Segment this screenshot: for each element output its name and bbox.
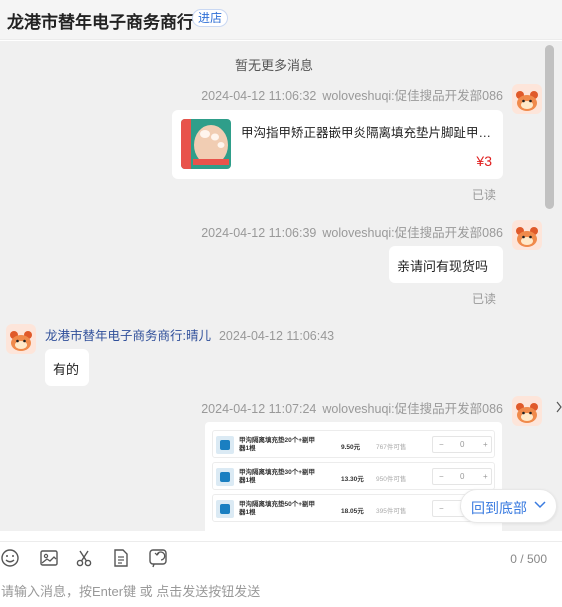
document-icon[interactable]: [111, 548, 131, 568]
message-sender: woloveshuqi:促佳搜品开发部086: [322, 89, 503, 103]
scrollbar[interactable]: [545, 43, 555, 531]
quantity-stepper[interactable]: − 0 +: [432, 436, 492, 453]
avatar[interactable]: [6, 324, 36, 354]
avatar-icon: [6, 324, 36, 354]
scissors-icon[interactable]: [74, 548, 94, 568]
sku-stock: 395件可售: [376, 508, 407, 515]
sku-card[interactable]: 甲沟隔离填充垫20个+剔甲器1根 9.50元 767件可售 − 0 + 甲沟隔离…: [205, 422, 502, 531]
sku-row[interactable]: 甲沟隔离填充垫20个+剔甲器1根 9.50元 767件可售 − 0 +: [212, 430, 495, 458]
message-bubble: 有的: [45, 349, 89, 386]
sku-name: 甲沟隔离填充垫50个+剔甲器1根: [239, 501, 316, 516]
avatar[interactable]: [512, 220, 542, 250]
quantity-value: 0: [460, 440, 465, 449]
product-card[interactable]: 甲沟指甲矫正器嵌甲炎隔离填充垫片脚趾甲往... ¥3: [172, 110, 503, 179]
sku-image: [216, 436, 234, 454]
emoji-icon[interactable]: [0, 548, 20, 568]
avatar-icon: [512, 220, 542, 250]
chat-history[interactable]: 暂无更多消息 2024-04-12 11:06:32 woloveshuqi:促佳…: [0, 41, 562, 531]
quantity-value: 0: [460, 472, 465, 481]
shop-name: 龙港市替年电子商务商行: [7, 13, 194, 32]
sku-name: 甲沟隔离填充垫20个+剔甲器1根: [239, 437, 316, 452]
image-icon[interactable]: [39, 548, 59, 568]
avatar-icon: [512, 396, 542, 426]
product-image: [181, 119, 231, 169]
sku-price: 13.30元: [341, 476, 364, 483]
sku-image: [216, 468, 234, 486]
message-sender: woloveshuqi:促佳搜品开发部086: [322, 226, 503, 240]
quantity-stepper[interactable]: − 0 +: [432, 468, 492, 485]
message-input-area: [0, 575, 562, 607]
minus-icon[interactable]: −: [439, 504, 444, 513]
no-more-messages: 暂无更多消息: [234, 58, 313, 73]
message-meta: 2024-04-12 11:07:24 woloveshuqi:促佳搜品开发部08…: [201, 398, 503, 417]
product-price: ¥3: [476, 153, 492, 169]
avatar[interactable]: [512, 84, 542, 114]
message-meta: 2024-04-12 11:06:39 woloveshuqi:促佳搜品开发部08…: [201, 222, 503, 241]
character-counter: 0 / 500: [510, 552, 547, 566]
sku-stock: 767件可售: [376, 444, 407, 451]
message-input[interactable]: [0, 575, 562, 607]
message-time: 2024-04-12 11:06:43: [218, 329, 335, 343]
sku-price: 9.50元: [341, 444, 361, 451]
avatar[interactable]: [512, 396, 542, 426]
message-meta: 龙港市替年电子商务商行:晴儿 2024-04-12 11:06:43: [45, 325, 334, 344]
read-status: 已读: [472, 188, 497, 202]
message-time: 2024-04-12 11:06:32: [201, 89, 317, 103]
scroll-to-bottom-label: 回到底部: [471, 500, 527, 516]
message-sender: woloveshuqi:促佳搜品开发部086: [322, 402, 503, 416]
message-bubble: 亲请问有现货吗: [389, 246, 503, 283]
sku-row[interactable]: 甲沟隔离填充垫50个+剔甲器1根 18.05元 395件可售 − 0 +: [212, 494, 495, 522]
sku-row[interactable]: 甲沟隔离填充垫30个+剔甲器1根 13.30元 950件可售 − 0 +: [212, 462, 495, 490]
input-toolbar: 0 / 500: [0, 541, 562, 571]
avatar-icon: [512, 84, 542, 114]
message-meta: 2024-04-12 11:06:32 woloveshuqi:促佳搜品开发部08…: [201, 85, 503, 104]
message-time: 2024-04-12 11:06:39: [201, 226, 317, 240]
sku-name: 甲沟隔离填充垫30个+剔甲器1根: [239, 469, 316, 484]
sku-price: 18.05元: [341, 508, 364, 515]
sku-stock: 950件可售: [376, 476, 407, 483]
recall-icon[interactable]: [148, 548, 168, 568]
chat-header: 龙港市替年电子商务商行 进店: [0, 0, 562, 40]
sku-image: [216, 500, 234, 518]
product-title: 甲沟指甲矫正器嵌甲炎隔离填充垫片脚趾甲往...: [241, 126, 495, 140]
plus-icon[interactable]: +: [483, 472, 488, 481]
scroll-to-bottom-button[interactable]: 回到底部: [460, 489, 557, 523]
minus-icon[interactable]: −: [439, 440, 444, 449]
scroll-thumb[interactable]: [545, 45, 554, 209]
chevron-right-icon[interactable]: [556, 399, 562, 415]
message-sender: 龙港市替年电子商务商行:晴儿: [45, 329, 211, 343]
enter-shop-button[interactable]: 进店: [192, 9, 228, 27]
minus-icon[interactable]: −: [439, 472, 444, 481]
plus-icon[interactable]: +: [483, 440, 488, 449]
read-status: 已读: [472, 292, 497, 306]
message-time: 2024-04-12 11:07:24: [201, 402, 317, 416]
